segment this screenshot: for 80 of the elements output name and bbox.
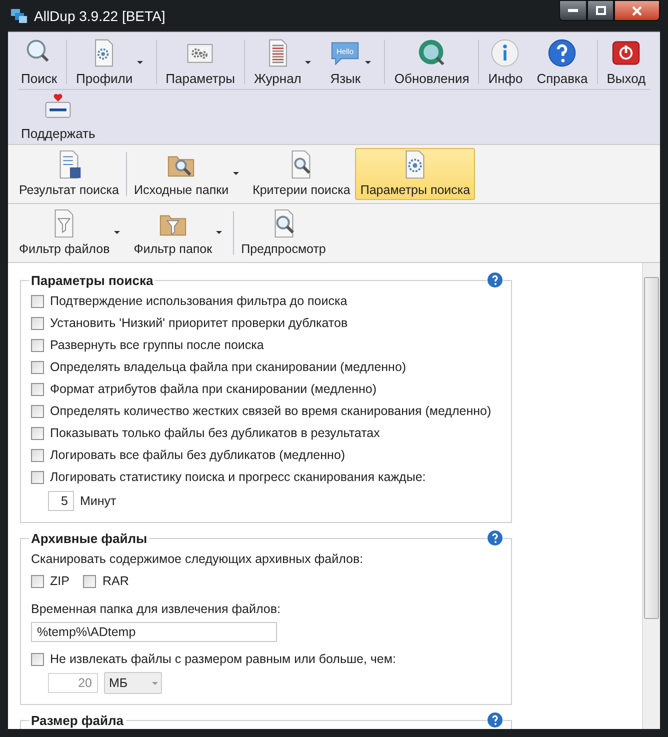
checkbox-option[interactable]: RAR — [83, 570, 129, 592]
checkbox-option[interactable]: Показывать только файлы без дубликатов в результатах — [31, 422, 501, 444]
temp-folder-field[interactable]: %temp%\ADtemp — [31, 622, 277, 642]
info-icon — [489, 38, 522, 68]
option-label: Определять владельца файла при сканировании (медленно) — [50, 360, 406, 374]
option-label: Логировать статистику поиска и прогресс сканирования каждые: — [50, 470, 426, 484]
option-label: Установить 'Низкий' приоритет проверки дублкатов — [50, 316, 348, 330]
unit-label: Минут — [80, 494, 116, 508]
caret-icon — [114, 230, 120, 234]
scrollbar[interactable] — [642, 263, 660, 729]
view-tab[interactable]: Исходные папки — [128, 148, 248, 200]
group-title: Архивные файлы — [30, 531, 148, 546]
view-tab[interactable]: Параметры поиска — [355, 148, 476, 200]
group-title: Параметры поиска — [30, 273, 154, 288]
app-icon — [10, 8, 28, 24]
toolbar-button[interactable]: Поддержать — [14, 92, 102, 144]
caret-icon — [216, 230, 222, 234]
toolbar-button[interactable]: Выход — [600, 37, 653, 89]
option-label: Не извлекать файлы с размером равным или больше, чем: — [50, 652, 396, 666]
toolbar-button[interactable]: Фильтр папок — [128, 207, 232, 259]
toolbar-button[interactable]: Профили — [69, 37, 154, 89]
checkbox[interactable] — [83, 574, 96, 588]
help-icon[interactable] — [487, 530, 503, 546]
caret-icon — [305, 60, 312, 64]
checkbox-option[interactable]: Формат атрибутов файла при сканировании (медленно) — [31, 378, 501, 400]
close-button[interactable] — [614, 0, 660, 21]
checkbox[interactable] — [31, 382, 44, 396]
toolbar-button[interactable]: Параметры — [158, 37, 242, 89]
maximize-button[interactable] — [587, 0, 614, 21]
checkbox[interactable] — [31, 294, 44, 308]
checkbox[interactable] — [31, 316, 44, 330]
checkbox[interactable] — [31, 360, 44, 374]
checkbox[interactable] — [31, 338, 44, 352]
caret-icon — [365, 60, 372, 64]
toolbar-button[interactable]: Журнал — [246, 37, 322, 89]
prompt-text: Сканировать содержимое следующих архивных файлов: — [31, 551, 364, 568]
toolbar-button[interactable]: Поиск — [14, 37, 64, 89]
checkbox-option[interactable]: ZIP — [31, 570, 70, 592]
checkbox-option[interactable]: Развернуть все группы после поиска — [31, 334, 501, 356]
help-icon[interactable] — [487, 272, 503, 288]
checkbox[interactable] — [31, 404, 44, 418]
toolbar-button[interactable]: Предпросмотр — [236, 207, 331, 259]
view-tab[interactable]: Критерии поиска — [248, 148, 356, 200]
caret-icon — [232, 172, 239, 174]
help-icon[interactable] — [487, 712, 503, 728]
help-icon — [546, 38, 578, 68]
checkbox[interactable] — [31, 448, 44, 462]
checkbox-option[interactable]: Определять количество жестких связей во время сканирования (медленно) — [31, 400, 501, 422]
toolbar-button[interactable]: Обновления — [387, 37, 476, 89]
checkbox-option[interactable]: Логировать статистику поиска и прогресс сканирования каждые: — [31, 466, 501, 488]
close-icon — [632, 6, 642, 16]
checkbox-option[interactable]: Установить 'Низкий' приоритет проверки дублкатов — [31, 312, 501, 334]
option-label: Развернуть все группы после поиска — [50, 338, 264, 352]
option-label: RAR — [102, 574, 129, 588]
interval-field[interactable]: 5 — [48, 491, 74, 511]
toolbar-button[interactable]: Инфо — [481, 37, 530, 89]
option-label: Логировать все файлы без дубликатов (медленно) — [50, 448, 346, 462]
maximize-icon — [596, 6, 606, 15]
option-label: Подтверждение использования фильтра до поиска — [50, 294, 348, 308]
view-tab[interactable]: Результат поиска — [14, 148, 124, 200]
icon-text: Hello — [336, 46, 354, 56]
checkbox-option[interactable]: Логировать все файлы без дубликатов (медленно) — [31, 444, 501, 466]
toolbar-button[interactable]: Hello Язык — [322, 37, 382, 89]
option-label: Формат атрибутов файла при сканировании (медленно) — [50, 382, 377, 396]
minimize-button[interactable] — [559, 0, 587, 21]
checkbox[interactable] — [31, 574, 44, 588]
checkbox[interactable] — [31, 426, 44, 440]
toolbar-button[interactable]: Справка — [530, 37, 595, 89]
checkbox[interactable] — [31, 470, 44, 484]
toolbar-button[interactable]: Фильтр файлов — [14, 207, 129, 259]
window-title: AllDup 3.9.22 [BETA] — [34, 8, 166, 24]
checkbox-option[interactable]: Определять владельца файла при сканировании (медленно) — [31, 356, 501, 378]
field-label: Временная папка для извлечения файлов: — [31, 601, 282, 618]
caret-icon — [136, 60, 143, 64]
minimize-icon — [568, 8, 578, 12]
option-label: Определять количество жестких связей во время сканирования (медленно) — [50, 404, 492, 418]
option-label: ZIP — [50, 574, 70, 588]
checkbox-option[interactable]: Подтверждение использования фильтра до поиска — [31, 290, 501, 312]
group-title: Размер файла — [30, 713, 125, 728]
option-label: Показывать только файлы без дубликатов в результатах — [50, 426, 380, 440]
